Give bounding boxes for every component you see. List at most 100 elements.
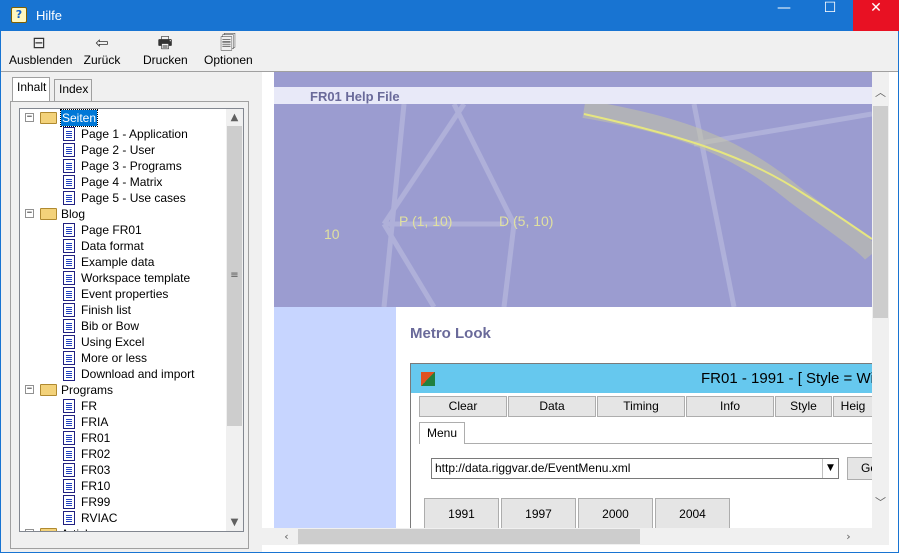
collapse-toggle-icon[interactable]: − — [25, 529, 34, 531]
page-icon — [63, 143, 75, 157]
tree-item[interactable]: Finish list — [20, 302, 228, 318]
page-icon — [63, 351, 75, 365]
collapse-toggle-icon[interactable]: − — [25, 209, 34, 218]
page-icon — [63, 271, 75, 285]
close-button[interactable]: ✕ — [853, 0, 899, 31]
tree-item[interactable]: FR03 — [20, 462, 228, 478]
page-icon — [63, 495, 75, 509]
tree-item[interactable]: Page 4 - Matrix — [20, 174, 228, 190]
tree-item[interactable]: RVIAC — [20, 510, 228, 526]
tree-item[interactable]: Event properties — [20, 286, 228, 302]
scroll-right-icon[interactable]: › — [840, 528, 857, 545]
tree-item-label: FR01 — [81, 431, 111, 445]
tree-item-label: FRIA — [81, 415, 109, 429]
help-window-client: ⊟ Ausblenden ⇦ Zurück 🖶 Drucken 🗐 Option… — [1, 31, 898, 552]
maximize-button[interactable]: ☐ — [807, 0, 853, 31]
tree-item-label: Page 1 - Application — [81, 127, 188, 141]
tab-index[interactable]: Index — [54, 79, 92, 101]
app-year-button: 2000 — [578, 498, 653, 528]
tree-item[interactable]: Page 2 - User — [20, 142, 228, 158]
tree-item[interactable]: Using Excel — [20, 334, 228, 350]
tree-item[interactable]: Download and import — [20, 366, 228, 382]
tree-item-label: Event properties — [81, 287, 169, 301]
options-button-label: Optionen — [204, 53, 253, 67]
app-button: Heig — [833, 396, 872, 417]
app-url-text: http://data.riggvar.de/EventMenu.xml — [435, 461, 631, 475]
page-icon — [63, 191, 75, 205]
tree-vertical-scrollbar[interactable]: ▲ ≡ ▼ — [226, 109, 243, 531]
tree-item[interactable]: FR01 — [20, 430, 228, 446]
topic-hscroll-thumb[interactable] — [298, 529, 640, 544]
tree-item[interactable]: Data format — [20, 238, 228, 254]
tree-folder[interactable]: − Programs — [20, 382, 228, 398]
contents-tree[interactable]: − Seiten Page 1 - Application Page 2 - User… — [19, 108, 244, 532]
options-icon: 🗐 — [220, 33, 236, 52]
title-bar: ? Hilfe — ☐ ✕ — [0, 0, 899, 31]
tree-item-label: More or less — [81, 351, 148, 365]
app-tab-divider — [419, 443, 872, 444]
tree-item[interactable]: Page 1 - Application — [20, 126, 228, 142]
topic-horizontal-scrollbar[interactable]: ‹ › — [262, 528, 872, 545]
hide-button[interactable]: ⊟ Ausblenden — [9, 33, 72, 69]
options-button[interactable]: 🗐 Optionen — [204, 33, 253, 69]
tree-item[interactable]: FR10 — [20, 478, 228, 494]
tree-folder[interactable]: − Blog — [20, 206, 228, 222]
tree-scroll-thumb[interactable]: ≡ — [227, 126, 242, 426]
banner-point-p: P (1, 10) — [399, 213, 452, 229]
tree-folder[interactable]: − Article — [20, 526, 228, 531]
tree-item[interactable]: More or less — [20, 350, 228, 366]
tree-item-label: Page 2 - User — [81, 143, 156, 157]
print-button[interactable]: 🖶 Drucken — [143, 33, 188, 69]
scroll-up-icon[interactable]: ︿ — [872, 84, 889, 101]
folder-icon — [40, 208, 57, 220]
tree-item[interactable]: FRIA — [20, 414, 228, 430]
tab-contents[interactable]: Inhalt — [12, 77, 50, 101]
back-button-label: Zurück — [83, 53, 121, 67]
page-icon — [63, 303, 75, 317]
collapse-toggle-icon[interactable]: − — [25, 113, 34, 122]
scroll-down-icon[interactable]: ﹀ — [872, 494, 889, 511]
page-icon — [63, 335, 75, 349]
scroll-up-icon[interactable]: ▲ — [226, 109, 243, 126]
tree-item[interactable]: FR — [20, 398, 228, 414]
tree-item-label: FR99 — [81, 495, 111, 509]
topic-scroll-thumb[interactable] — [873, 106, 888, 318]
tree-item[interactable]: Bib or Bow — [20, 318, 228, 334]
tree-item[interactable]: Page 5 - Use cases — [20, 190, 228, 206]
scroll-left-icon[interactable]: ‹ — [278, 528, 295, 545]
grip-icon: ≡ — [230, 270, 239, 281]
app-button: Data — [508, 396, 596, 417]
topic-vertical-scrollbar[interactable]: ︿ ﹀ — [872, 72, 889, 528]
topic-page: FR01 Help File 10 P (1, 10) D (5, 10) Me… — [262, 72, 872, 528]
back-button[interactable]: ⇦ Zurück — [83, 33, 121, 69]
collapse-toggle-icon[interactable]: − — [25, 385, 34, 394]
scroll-down-icon[interactable]: ▼ — [226, 514, 243, 531]
back-arrow-icon: ⇦ — [95, 33, 109, 52]
tree-folder[interactable]: − Seiten — [20, 109, 228, 127]
app-button: Timing — [597, 396, 685, 417]
page-icon — [63, 431, 75, 445]
pane-splitter[interactable] — [253, 72, 261, 552]
tree-item-label: Bib or Bow — [81, 319, 140, 333]
tree-item[interactable]: Page FR01 — [20, 222, 228, 238]
tree-item[interactable]: Page 3 - Programs — [20, 158, 228, 174]
banner-image: 10 P (1, 10) D (5, 10) — [274, 104, 872, 307]
folder-icon — [40, 112, 57, 124]
section-title: Metro Look — [410, 325, 491, 342]
topic-sidebar — [274, 307, 396, 528]
minimize-button[interactable]: — — [761, 0, 807, 31]
tree-item[interactable]: Workspace template — [20, 270, 228, 286]
printer-icon: 🖶 — [157, 33, 173, 52]
tree-item-label: Page 3 - Programs — [81, 159, 182, 173]
app-tab-menu: Menu — [419, 422, 465, 444]
app-screenshot: FR01 - 1991 - [ Style = Win Clear Data Tim… — [410, 363, 872, 528]
topic-viewer: FR01 Help File 10 P (1, 10) D (5, 10) Me… — [262, 72, 898, 552]
tree-item[interactable]: FR99 — [20, 494, 228, 510]
tree-folder-label: Blog — [61, 207, 86, 221]
tree-item[interactable]: Example data — [20, 254, 228, 270]
tree-item-label: Data format — [81, 239, 144, 253]
tree-item[interactable]: FR02 — [20, 446, 228, 462]
app-title: FR01 - 1991 - [ Style = Win — [701, 370, 872, 387]
tree-item-label: Using Excel — [81, 335, 145, 349]
help-app-icon: ? — [11, 7, 27, 23]
